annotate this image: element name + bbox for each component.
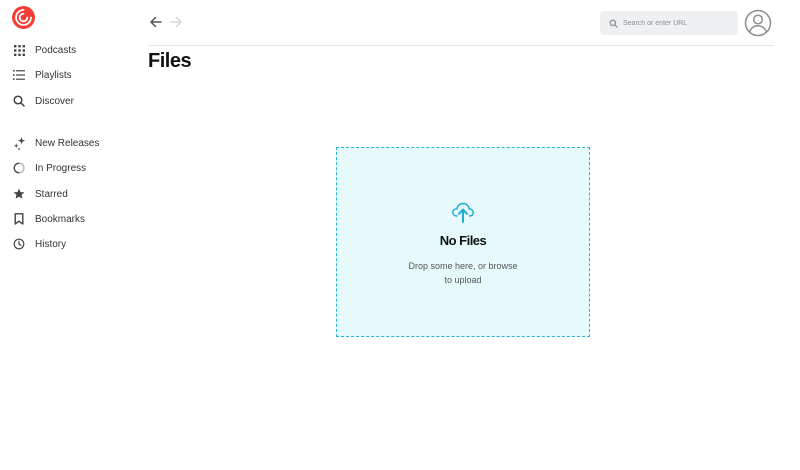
app-logo[interactable] xyxy=(12,6,35,29)
sidebar-item-label: Discover xyxy=(35,95,74,107)
file-dropzone[interactable]: No Files Drop some here, or browse to up… xyxy=(336,147,590,337)
empty-state-title: No Files xyxy=(439,233,487,248)
star-icon xyxy=(12,187,26,201)
sidebar-item-playlists[interactable]: Playlists xyxy=(12,65,72,85)
empty-state-description: Drop some here, or browse to upload xyxy=(408,261,518,285)
search-input[interactable] xyxy=(623,19,733,27)
search-box[interactable] xyxy=(600,11,738,35)
sidebar-item-bookmarks[interactable]: Bookmarks xyxy=(12,209,85,229)
sidebar-item-new-releases[interactable]: New Releases xyxy=(12,133,99,153)
page-title: Files xyxy=(148,50,192,72)
sidebar-item-label: Playlists xyxy=(35,69,72,81)
sidebar-item-label: Bookmarks xyxy=(35,213,86,225)
bookmark-icon xyxy=(12,212,26,226)
search-icon xyxy=(12,94,26,108)
forward-arrow-icon[interactable] xyxy=(168,14,184,30)
sidebar-item-in-progress[interactable]: In Progress xyxy=(12,158,86,178)
sidebar-item-starred[interactable]: Starred xyxy=(12,184,68,204)
top-bar xyxy=(148,0,774,46)
cloud-upload-icon xyxy=(452,202,474,223)
sidebar-item-history[interactable]: History xyxy=(12,234,66,254)
sidebar-item-label: New Releases xyxy=(35,137,100,149)
sidebar-item-podcasts[interactable]: Podcasts xyxy=(12,40,76,60)
sidebar-item-label: In Progress xyxy=(35,162,87,174)
profile-avatar-icon[interactable] xyxy=(744,9,772,37)
clock-icon xyxy=(12,237,26,251)
back-arrow-icon[interactable] xyxy=(148,14,164,30)
sidebar-item-discover[interactable]: Discover xyxy=(12,91,74,111)
in-progress-icon xyxy=(12,161,26,175)
sidebar-item-label: Podcasts xyxy=(35,44,77,56)
grid-icon xyxy=(12,43,26,57)
list-icon xyxy=(12,68,26,82)
sidebar-item-label: History xyxy=(35,238,67,250)
search-icon xyxy=(609,18,618,28)
sidebar-item-label: Starred xyxy=(35,188,68,200)
sparkle-icon xyxy=(12,136,26,150)
sidebar: Podcasts Playlists Discover New Releases… xyxy=(0,0,130,470)
